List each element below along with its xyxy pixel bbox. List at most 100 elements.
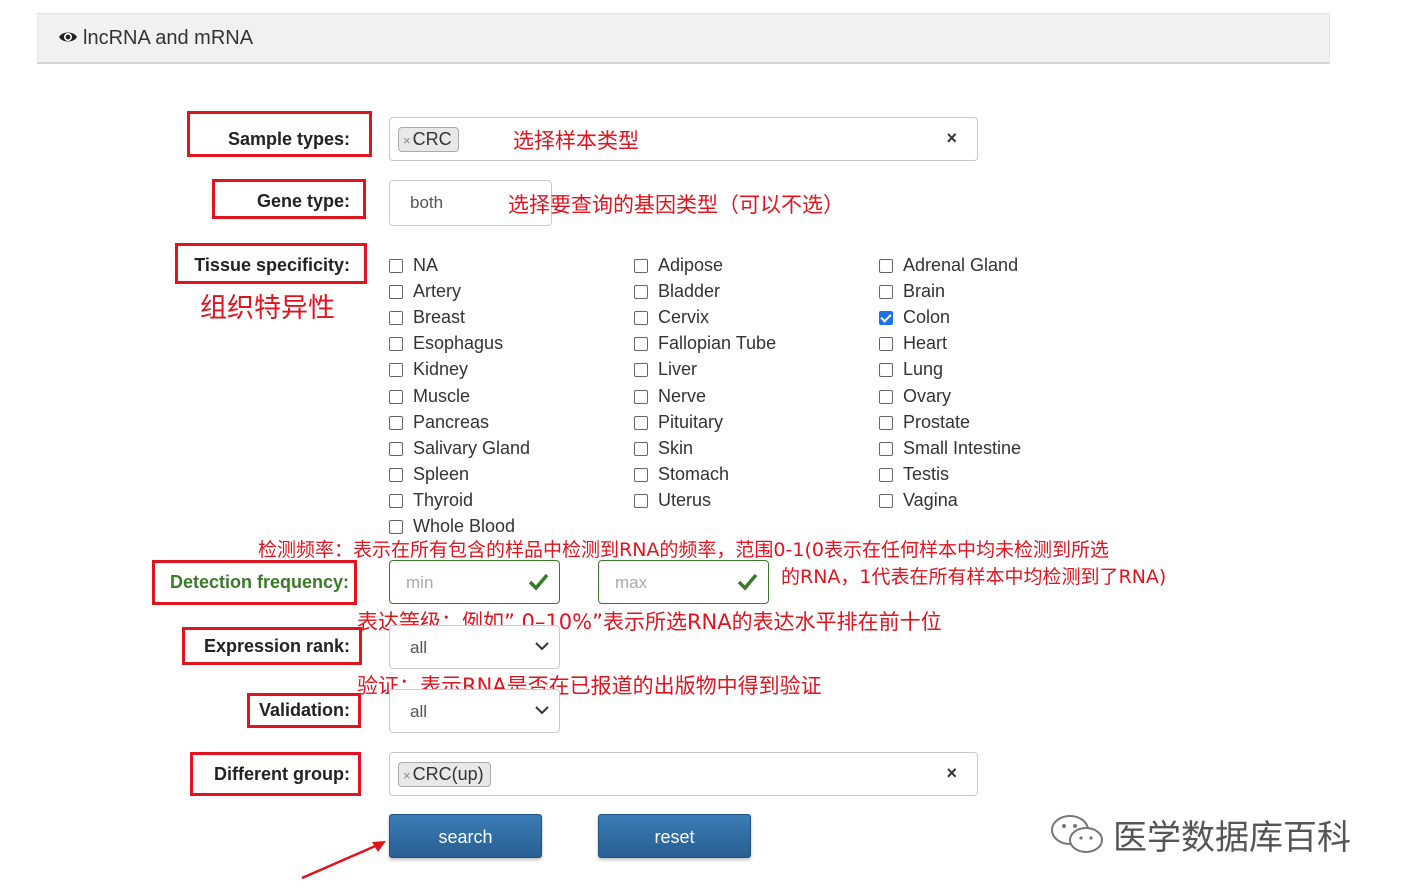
checkbox[interactable]: [634, 493, 648, 508]
tissue-option-bladder[interactable]: Bladder: [634, 281, 720, 302]
tag-remove-icon[interactable]: ×: [403, 768, 411, 783]
tag-remove-icon[interactable]: ×: [403, 133, 411, 148]
tissue-option-skin[interactable]: Skin: [634, 438, 693, 459]
checkbox-label: Pancreas: [413, 411, 490, 432]
tissue-option-testis[interactable]: Testis: [879, 464, 949, 485]
validation-label: Validation:: [258, 700, 350, 720]
tissue-option-cervix[interactable]: Cervix: [634, 307, 709, 328]
min-placeholder: min: [406, 573, 434, 592]
tissue-option-prostate[interactable]: Prostate: [879, 412, 970, 433]
checkbox[interactable]: [634, 389, 648, 404]
checkbox[interactable]: [879, 493, 893, 508]
valid-check-icon: [737, 573, 758, 591]
group-tag[interactable]: × CRC(up): [398, 762, 491, 787]
checkbox[interactable]: [879, 415, 893, 430]
clear-icon[interactable]: ×: [946, 128, 957, 149]
checkbox[interactable]: [634, 259, 648, 273]
checkbox[interactable]: [879, 285, 893, 300]
checkbox[interactable]: [634, 285, 648, 300]
tissue-option-adrenal-gland[interactable]: Adrenal Gland: [879, 255, 1018, 276]
checkbox-label: Skin: [658, 437, 694, 458]
checkbox-label: Pituitary: [658, 411, 724, 432]
validation-select[interactable]: all: [389, 689, 560, 733]
gene-type-note: 选择要查询的基因类型（可以不选）: [508, 193, 844, 217]
checkbox[interactable]: [634, 441, 648, 456]
tissue-option-esophagus[interactable]: Esophagus: [389, 333, 503, 354]
checkbox[interactable]: [389, 467, 403, 482]
tissue-option-small-intestine[interactable]: Small Intestine: [879, 438, 1021, 459]
checkbox-label: Muscle: [413, 385, 471, 406]
checkbox[interactable]: [634, 337, 648, 352]
checkbox[interactable]: [389, 389, 403, 404]
search-button[interactable]: search: [389, 814, 542, 858]
tissue-option-ovary[interactable]: Ovary: [879, 386, 951, 407]
tissue-option-liver[interactable]: Liver: [634, 359, 697, 380]
checkbox[interactable]: [389, 337, 403, 352]
checkbox[interactable]: [389, 415, 403, 430]
tissue-option-adipose[interactable]: Adipose: [634, 255, 723, 276]
tissue-option-spleen[interactable]: Spleen: [389, 464, 469, 485]
tissue-option-thyroid[interactable]: Thyroid: [389, 490, 473, 511]
tissue-option-whole-blood[interactable]: Whole Blood: [389, 516, 515, 537]
tissue-option-stomach[interactable]: Stomach: [634, 464, 729, 485]
checkbox[interactable]: [879, 389, 893, 404]
tissue-option-heart[interactable]: Heart: [879, 333, 947, 354]
checkbox[interactable]: [389, 363, 403, 378]
tissue-option-na[interactable]: NA: [389, 255, 438, 276]
tissue-option-artery[interactable]: Artery: [389, 281, 461, 302]
clear-icon[interactable]: ×: [946, 763, 957, 784]
checkbox[interactable]: [879, 337, 893, 352]
checkbox[interactable]: [634, 363, 648, 378]
checkbox[interactable]: [634, 311, 648, 326]
tissue-option-colon[interactable]: Colon: [879, 307, 950, 328]
tissue-option-pituitary[interactable]: Pituitary: [634, 412, 723, 433]
sample-types-note: 选择样本类型: [513, 129, 639, 153]
max-placeholder: max: [615, 573, 648, 592]
reset-button[interactable]: reset: [598, 814, 751, 858]
checkbox[interactable]: [389, 285, 403, 300]
tissue-option-brain[interactable]: Brain: [879, 281, 945, 302]
checkbox[interactable]: [879, 363, 893, 378]
tissue-option-pancreas[interactable]: Pancreas: [389, 412, 489, 433]
sample-tag-label: CRC: [412, 129, 452, 149]
sample-tag[interactable]: × CRC: [398, 127, 459, 152]
checkbox[interactable]: [389, 311, 403, 326]
max-input[interactable]: max: [598, 560, 769, 604]
checkbox-label: Thyroid: [413, 489, 474, 510]
tissue-option-muscle[interactable]: Muscle: [389, 386, 470, 407]
checkbox[interactable]: [879, 259, 893, 273]
checkbox[interactable]: [389, 493, 403, 508]
checkbox[interactable]: [634, 467, 648, 482]
checkbox-label: Liver: [658, 359, 698, 380]
checkbox[interactable]: [879, 467, 893, 482]
expression-value: all: [410, 638, 428, 657]
checkbox[interactable]: [389, 520, 403, 534]
checkbox-label: Spleen: [413, 463, 470, 484]
expression-select[interactable]: all: [389, 625, 560, 669]
arrow-icon: [301, 841, 386, 880]
checkbox-label: Whole Blood: [413, 516, 516, 536]
tissue-option-kidney[interactable]: Kidney: [389, 359, 468, 380]
tissue-option-lung[interactable]: Lung: [879, 359, 943, 380]
tissue-option-uterus[interactable]: Uterus: [634, 490, 711, 511]
detection-note-line2: 的RNA，1代表在所有样本中均检测到了RNA): [781, 566, 1167, 588]
sample-types-select[interactable]: × CRC ×: [389, 117, 978, 161]
chevron-down-icon: [535, 642, 549, 651]
tissue-option-fallopian-tube[interactable]: Fallopian Tube: [634, 333, 776, 354]
checkbox-label: Testis: [903, 463, 950, 484]
sample-types-label: Sample types:: [227, 129, 350, 149]
checkbox[interactable]: [634, 415, 648, 430]
tissue-option-salivary-gland[interactable]: Salivary Gland: [389, 438, 530, 459]
checkbox[interactable]: [879, 311, 893, 326]
min-input[interactable]: min: [389, 560, 560, 604]
tissue-option-breast[interactable]: Breast: [389, 307, 465, 328]
group-label: Different group:: [214, 764, 350, 784]
detection-note-line1: 检测频率：表示在所有包含的样品中检测到RNA的频率，范围0-1(0表示在任何样本…: [258, 539, 1109, 561]
group-select[interactable]: × CRC(up) ×: [389, 752, 978, 796]
expression-label: Expression rank:: [203, 636, 350, 656]
tissue-option-nerve[interactable]: Nerve: [634, 386, 706, 407]
tissue-option-vagina[interactable]: Vagina: [879, 490, 958, 511]
checkbox[interactable]: [389, 259, 403, 273]
checkbox[interactable]: [879, 441, 893, 456]
checkbox[interactable]: [389, 441, 403, 456]
